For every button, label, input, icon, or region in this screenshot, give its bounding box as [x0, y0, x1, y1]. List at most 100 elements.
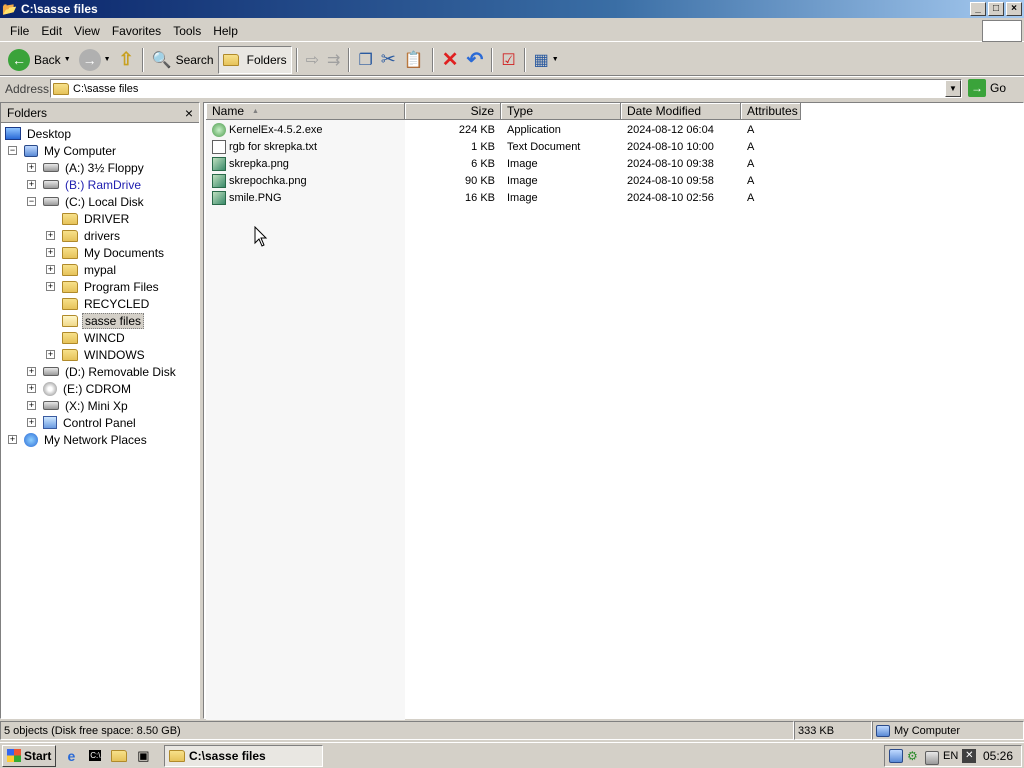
- tree-item[interactable]: + (A:) 3½ Floppy: [27, 159, 146, 176]
- move-to-button[interactable]: ⇨: [302, 46, 323, 74]
- file-row[interactable]: KernelEx-4.5.2.exe 224 KB Application 2024-…: [206, 121, 801, 138]
- undo-button[interactable]: ↶: [463, 46, 488, 74]
- views-button[interactable]: ▦ ▼: [530, 46, 563, 74]
- column-header-name[interactable]: Name ▲: [206, 103, 405, 120]
- taskbar-window-button[interactable]: C:\sasse files: [164, 745, 323, 767]
- maximize-button[interactable]: □: [988, 2, 1004, 16]
- dropdown-arrow-icon[interactable]: ▼: [104, 56, 111, 63]
- menu-file[interactable]: File: [4, 24, 35, 38]
- search-button[interactable]: 🔍 Search: [148, 46, 218, 74]
- paste-icon: 📋: [403, 51, 424, 69]
- column-header-size[interactable]: Size: [405, 103, 501, 120]
- tree-item[interactable]: + (X:) Mini Xp: [27, 397, 130, 414]
- folders-icon: [222, 53, 239, 66]
- file-name: skrepochka.png: [206, 172, 405, 189]
- hardware-tray-icon[interactable]: ⚙: [907, 749, 921, 763]
- column-header-type[interactable]: Type: [501, 103, 621, 120]
- expand-icon[interactable]: +: [8, 435, 17, 444]
- removable-disk-icon: [43, 367, 59, 376]
- copy-button[interactable]: ❐: [354, 46, 376, 74]
- status-bar: 5 objects (Disk free space: 8.50 GB) 333…: [0, 721, 1024, 740]
- tree-item[interactable]: WINCD: [62, 329, 127, 346]
- tree-item[interactable]: DRIVER: [62, 210, 131, 227]
- title-bar[interactable]: 📂 C:\sasse files _ □ ×: [0, 0, 1024, 18]
- file-attributes: A: [747, 157, 755, 170]
- drive-tray-icon[interactable]: [925, 750, 939, 765]
- menu-tools[interactable]: Tools: [167, 24, 207, 38]
- tree-item-label: WINCD: [84, 330, 125, 345]
- tree-item[interactable]: + (B:) RamDrive: [27, 176, 143, 193]
- quicklaunch-ie[interactable]: e: [62, 747, 80, 765]
- tree-item[interactable]: Desktop: [5, 125, 73, 142]
- views-icon: ▦: [533, 51, 549, 69]
- file-row[interactable]: smile.PNG 16 KB Image 2024-08-10 02:56 A: [206, 189, 801, 206]
- dropdown-arrow-icon[interactable]: ▼: [64, 56, 71, 63]
- start-button[interactable]: Start: [2, 744, 57, 767]
- expand-icon[interactable]: +: [46, 231, 55, 240]
- quicklaunch-explorer[interactable]: [110, 747, 128, 765]
- close-tray-icon[interactable]: ✕: [962, 749, 977, 763]
- tree-item[interactable]: + WINDOWS: [46, 346, 147, 363]
- collapse-icon[interactable]: −: [27, 197, 36, 206]
- tree-item[interactable]: + My Network Places: [8, 431, 149, 448]
- file-row[interactable]: rgb for skrepka.txt 1 KB Text Document 2024…: [206, 138, 801, 155]
- tree-item[interactable]: − (C:) Local Disk: [27, 193, 146, 210]
- expand-icon[interactable]: +: [27, 401, 36, 410]
- back-button[interactable]: ← Back ▼: [4, 46, 75, 74]
- expand-icon[interactable]: +: [27, 384, 36, 393]
- properties-button[interactable]: ☑: [497, 46, 519, 74]
- menu-edit[interactable]: Edit: [35, 24, 68, 38]
- address-dropdown-button[interactable]: ▼: [945, 80, 961, 97]
- copy-to-button[interactable]: ⇉: [323, 46, 344, 74]
- menu-favorites[interactable]: Favorites: [106, 24, 167, 38]
- close-button[interactable]: ×: [1006, 2, 1022, 16]
- folders-button[interactable]: Folders: [217, 45, 292, 74]
- quicklaunch-desktop[interactable]: ▣: [134, 747, 152, 765]
- go-button[interactable]: → Go: [968, 78, 1006, 98]
- menu-view[interactable]: View: [68, 24, 106, 38]
- delete-button[interactable]: ✕: [438, 46, 463, 74]
- expand-icon[interactable]: +: [46, 248, 55, 257]
- tree-item[interactable]: + Program Files: [46, 278, 161, 295]
- tree-item[interactable]: + Control Panel: [27, 414, 138, 431]
- collapse-icon[interactable]: −: [8, 146, 17, 155]
- tree-item[interactable]: sasse files: [62, 312, 145, 329]
- column-header-date-modified[interactable]: Date Modified: [621, 103, 741, 120]
- tree-item[interactable]: + mypal: [46, 261, 118, 278]
- tree-item[interactable]: RECYCLED: [62, 295, 151, 312]
- tree-item[interactable]: − My Computer: [8, 142, 118, 159]
- paste-button[interactable]: 📋: [400, 46, 428, 74]
- file-row[interactable]: skrepochka.png 90 KB Image 2024-08-10 09:58…: [206, 172, 801, 189]
- standard-toolbar: ← Back ▼ → ▼ ⇧ 🔍 Search Folders ⇨ ⇉ ❐ ✂ …: [0, 44, 1024, 76]
- quicklaunch-cmd[interactable]: C:\: [86, 747, 104, 765]
- tree-item-label: (E:) CDROM: [63, 381, 131, 396]
- expand-icon[interactable]: +: [46, 282, 55, 291]
- tree-item[interactable]: + (D:) Removable Disk: [27, 363, 178, 380]
- tree-item[interactable]: + My Documents: [46, 244, 166, 261]
- expand-icon[interactable]: +: [27, 367, 36, 376]
- expand-icon[interactable]: +: [46, 265, 55, 274]
- window-title: C:\sasse files: [20, 2, 98, 16]
- forward-button[interactable]: → ▼: [75, 46, 115, 74]
- expand-icon[interactable]: +: [27, 180, 36, 189]
- folder-icon: [62, 246, 78, 259]
- address-field[interactable]: C:\sasse files ▼: [50, 79, 962, 98]
- tree-item[interactable]: + drivers: [46, 227, 122, 244]
- language-indicator[interactable]: EN: [943, 750, 958, 762]
- minimize-button[interactable]: _: [970, 2, 986, 16]
- expand-icon[interactable]: +: [27, 163, 36, 172]
- menu-help[interactable]: Help: [207, 24, 244, 38]
- expand-icon[interactable]: +: [46, 350, 55, 359]
- column-header-attributes[interactable]: Attributes: [741, 103, 801, 120]
- tree-item[interactable]: + (E:) CDROM: [27, 380, 133, 397]
- forward-arrow-icon: →: [78, 48, 101, 71]
- cut-button[interactable]: ✂: [377, 46, 400, 74]
- file-row[interactable]: skrepka.png 6 KB Image 2024-08-10 09:38 A: [206, 155, 801, 172]
- up-button[interactable]: ⇧: [115, 46, 138, 74]
- network-tray-icon[interactable]: [889, 749, 903, 763]
- file-name: skrepka.png: [206, 155, 405, 172]
- close-pane-icon[interactable]: ×: [185, 105, 193, 121]
- file-modified: 2024-08-10 10:00: [627, 140, 714, 153]
- image-file-icon: [212, 173, 226, 188]
- expand-icon[interactable]: +: [27, 418, 36, 427]
